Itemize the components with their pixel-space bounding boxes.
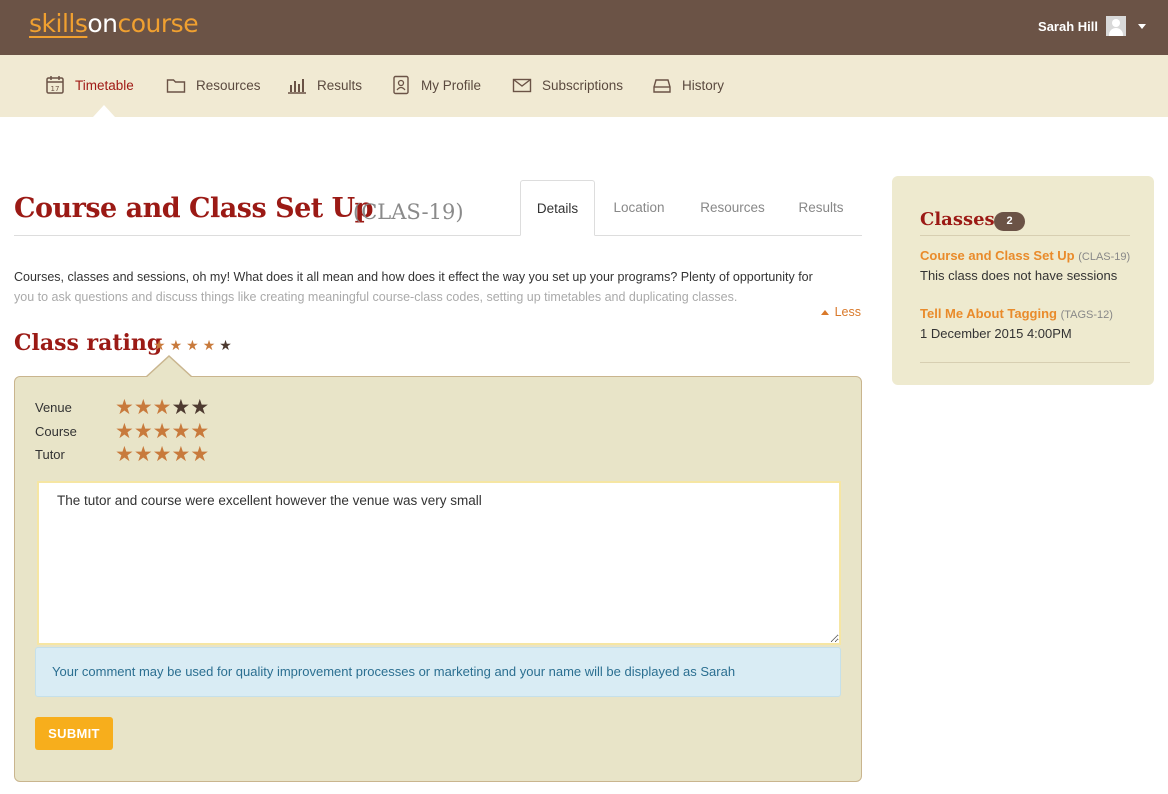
star-icon: ★ <box>219 337 236 353</box>
course-description: Courses, classes and sessions, oh my! Wh… <box>14 267 864 307</box>
class-code: (CLAS-19) <box>1078 251 1131 263</box>
profile-icon <box>391 75 411 95</box>
brand-part-skills: skills <box>29 9 88 38</box>
class-link[interactable]: Tell Me About Tagging <box>920 306 1057 321</box>
tab-results[interactable]: Results <box>786 180 856 236</box>
class-code: (TAGS-12) <box>1060 309 1113 321</box>
panel-pointer <box>146 357 192 378</box>
page-title: Course and Class Set Up <box>14 193 374 224</box>
rating-label: Course <box>35 424 77 439</box>
course-stars[interactable]: ★★★★★ <box>115 421 209 442</box>
rating-label: Tutor <box>35 447 65 462</box>
star-icon: ★ <box>153 337 170 353</box>
rating-row-venue: Venue ★★★★★ <box>35 397 209 418</box>
tab-bar: Details Location Resources Results <box>520 180 862 236</box>
star-icon: ★ <box>186 337 203 353</box>
nav-label: Subscriptions <box>542 77 624 93</box>
top-header: skillsoncourse Sarah Hill <box>0 0 1168 55</box>
nav-label: History <box>682 77 725 93</box>
rating-row-tutor: Tutor ★★★★★ <box>35 444 209 465</box>
overall-rating-stars: ★★★★★ <box>153 337 236 354</box>
nav-subscriptions[interactable]: Subscriptions <box>512 75 623 95</box>
brand-logo[interactable]: skillsoncourse <box>29 9 199 38</box>
class-date: 1 December 2015 4:00PM <box>920 326 1072 341</box>
class-link[interactable]: Course and Class Set Up <box>920 248 1075 263</box>
nav-label: My Profile <box>421 77 482 93</box>
main-nav: 17 Timetable Resources Results My Profil… <box>0 55 1168 117</box>
bar-chart-icon <box>287 75 307 95</box>
avatar <box>1106 16 1126 36</box>
nav-history[interactable]: History <box>652 75 724 95</box>
classes-heading: Classes <box>920 209 995 230</box>
star-icon: ★ <box>202 337 220 353</box>
user-menu[interactable]: Sarah Hill <box>1038 16 1146 36</box>
envelope-icon <box>512 75 532 95</box>
tab-location[interactable]: Location <box>599 180 679 236</box>
rating-label: Venue <box>35 400 72 415</box>
comment-info-notice: Your comment may be used for quality imp… <box>35 647 841 697</box>
nav-timetable[interactable]: 17 Timetable <box>45 75 134 95</box>
rating-row-course: Course ★★★★★ <box>35 421 209 442</box>
nav-label: Resources <box>196 77 261 93</box>
classes-count-badge: 2 <box>994 212 1025 231</box>
class-rating-heading: Class rating <box>14 330 163 356</box>
nav-results[interactable]: Results <box>287 75 362 95</box>
sidebar-class-item: Course and Class Set Up (CLAS-19) This c… <box>920 248 1130 283</box>
rating-panel: Venue ★★★★★ Course ★★★★★ Tutor ★★★★★ The… <box>14 376 862 782</box>
comment-textarea[interactable]: The tutor and course were excellent howe… <box>37 481 841 645</box>
nav-label: Results <box>317 77 363 93</box>
nav-label: Timetable <box>75 77 134 93</box>
star-icon: ★ <box>169 337 187 353</box>
page-code: (CLAS-19) <box>353 200 464 224</box>
nav-my-profile[interactable]: My Profile <box>391 75 481 95</box>
tab-details[interactable]: Details <box>520 180 595 236</box>
description-line-1: Courses, classes and sessions, oh my! Wh… <box>14 270 813 284</box>
folder-icon <box>166 75 186 95</box>
submit-button[interactable]: SUBMIT <box>35 717 113 750</box>
nav-resources[interactable]: Resources <box>166 75 261 95</box>
sidebar-class-item: Tell Me About Tagging (TAGS-12) 1 Decemb… <box>920 306 1113 341</box>
divider <box>920 362 1130 363</box>
less-link[interactable]: Less <box>820 305 861 319</box>
description-line-2: you to ask questions and discuss things … <box>14 290 738 304</box>
user-name: Sarah Hill <box>1038 18 1098 34</box>
chevron-down-icon[interactable] <box>1138 23 1146 29</box>
class-sessions: This class does not have sessions <box>920 268 1118 283</box>
brand-part-on: on <box>87 9 118 38</box>
archive-icon <box>652 75 672 95</box>
classes-sidebar: Classes 2 Course and Class Set Up (CLAS-… <box>892 176 1154 385</box>
svg-text:17: 17 <box>51 85 60 93</box>
tab-resources[interactable]: Resources <box>690 180 775 236</box>
calendar-icon: 17 <box>45 75 65 95</box>
divider <box>920 235 1130 236</box>
brand-part-course: course <box>117 9 199 38</box>
less-label: Less <box>834 305 861 319</box>
venue-stars[interactable]: ★★★★★ <box>115 397 209 418</box>
chevron-up-icon <box>820 309 829 315</box>
tutor-stars[interactable]: ★★★★★ <box>115 444 209 465</box>
nav-active-pointer <box>93 105 115 117</box>
